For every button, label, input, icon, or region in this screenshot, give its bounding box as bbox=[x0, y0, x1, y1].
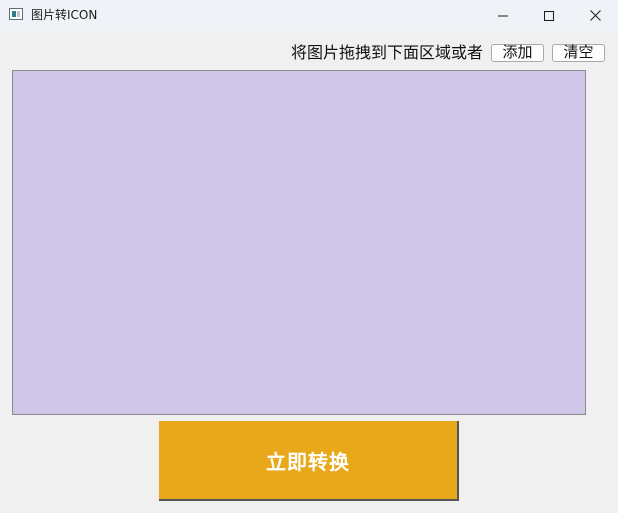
maximize-icon bbox=[544, 10, 554, 21]
image-drop-area[interactable] bbox=[12, 70, 586, 415]
minimize-icon bbox=[498, 15, 508, 16]
maximize-button[interactable] bbox=[526, 0, 572, 31]
main-window: 图片转ICON 将图片拖拽到下面区域或者 添加 清空 立即转换 bbox=[0, 0, 618, 513]
clear-button[interactable]: 清空 bbox=[552, 44, 605, 62]
convert-now-button[interactable]: 立即转换 bbox=[159, 421, 459, 501]
add-button[interactable]: 添加 bbox=[491, 44, 544, 62]
minimize-button[interactable] bbox=[480, 0, 526, 31]
app-image-icon bbox=[9, 8, 23, 20]
close-button[interactable] bbox=[572, 0, 618, 31]
drop-hint-label: 将图片拖拽到下面区域或者 bbox=[291, 43, 484, 62]
close-icon bbox=[589, 10, 601, 21]
title-bar[interactable]: 图片转ICON bbox=[0, 0, 618, 31]
window-title: 图片转ICON bbox=[31, 8, 98, 22]
